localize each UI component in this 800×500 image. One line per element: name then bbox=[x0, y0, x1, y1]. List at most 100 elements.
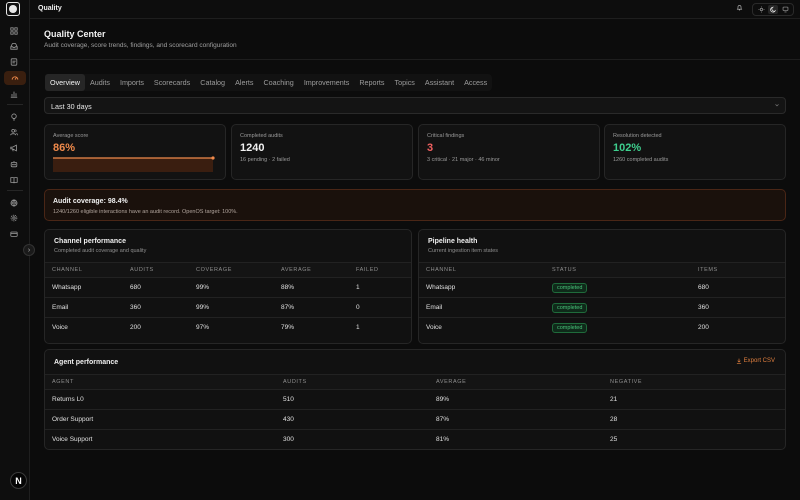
table-cell: Whatsapp bbox=[426, 284, 456, 291]
kpi-critical-findings: Critical findings 3 3 critical · 21 majo… bbox=[418, 124, 600, 180]
status-badge: completed bbox=[552, 322, 588, 333]
monitor-icon[interactable] bbox=[780, 5, 790, 14]
tab-access[interactable]: Access bbox=[459, 74, 492, 91]
tab-reports[interactable]: Reports bbox=[354, 74, 389, 91]
table-header: CHANNEL AUDITS COVERAGE AVERAGE FAILED bbox=[45, 262, 411, 277]
channel-table: CHANNEL AUDITS COVERAGE AVERAGE FAILED Whatsa… bbox=[45, 262, 411, 337]
column-header: AVERAGE bbox=[436, 379, 467, 385]
column-header: NEGATIVE bbox=[610, 379, 643, 385]
table-cell: 0 bbox=[356, 304, 360, 311]
column-header: AGENT bbox=[52, 379, 74, 385]
chart-icon[interactable] bbox=[7, 88, 21, 100]
tab-scorecards[interactable]: Scorecards bbox=[149, 74, 195, 91]
tab-imports[interactable]: Imports bbox=[115, 74, 149, 91]
column-header: CHANNEL bbox=[52, 267, 83, 273]
table-cell: Returns L0 bbox=[52, 396, 84, 403]
chevron-down-icon bbox=[775, 104, 779, 107]
kpi-subtext: 1260 completed audits bbox=[613, 157, 669, 163]
table-cell: 87% bbox=[281, 304, 295, 311]
pipeline-table: CHANNEL STATUS ITEMS Whatsapp completed 680 Em… bbox=[419, 262, 785, 337]
tab-coaching[interactable]: Coaching bbox=[258, 74, 298, 91]
column-header: FAILED bbox=[356, 267, 379, 273]
date-range-value: Last 30 days bbox=[51, 102, 92, 111]
tab-assistant[interactable]: Assistant bbox=[420, 74, 459, 91]
icon-sidebar: › N bbox=[0, 0, 35, 500]
page-header: Quality Center Audit coverage, score tre… bbox=[30, 20, 800, 60]
table-header: AGENT AUDITS AVERAGE NEGATIVE bbox=[45, 374, 785, 389]
table-cell: 97% bbox=[196, 324, 210, 331]
agent-performance-panel: Agent performance Export CSV AGENT AUDITS… bbox=[44, 349, 786, 450]
coverage-banner: Audit coverage: 98.4% 1240/1260 eligible… bbox=[44, 189, 786, 221]
tab-topics[interactable]: Topics bbox=[390, 74, 420, 91]
tab-catalog[interactable]: Catalog bbox=[195, 74, 230, 91]
sun-icon[interactable] bbox=[756, 5, 766, 14]
dashboard-icon[interactable] bbox=[7, 25, 21, 37]
bot-icon[interactable] bbox=[7, 158, 21, 170]
kpi-completed-audits: Completed audits 1240 16 pending · 2 fai… bbox=[231, 124, 413, 180]
date-range-select[interactable]: Last 30 days bbox=[44, 97, 786, 114]
kpi-label: Completed audits bbox=[240, 133, 283, 139]
column-header: AVERAGE bbox=[281, 267, 312, 273]
card-icon[interactable] bbox=[7, 228, 21, 240]
collapse-sidebar-button[interactable]: › bbox=[23, 244, 35, 256]
pipeline-health-panel: Pipeline health Current ingestion item s… bbox=[418, 229, 786, 344]
moon-icon[interactable] bbox=[768, 5, 778, 14]
table-row: Voice completed 200 bbox=[419, 317, 785, 337]
panel-title: Agent performance bbox=[54, 359, 119, 366]
table-cell: 21 bbox=[610, 396, 618, 403]
settings-icon[interactable] bbox=[7, 212, 21, 224]
table-cell: 81% bbox=[436, 436, 450, 443]
export-csv-button[interactable]: Export CSV bbox=[736, 358, 775, 364]
users-icon[interactable] bbox=[7, 126, 21, 138]
column-header: CHANNEL bbox=[426, 267, 457, 273]
tab-alerts[interactable]: Alerts bbox=[230, 74, 258, 91]
sparkline-area bbox=[53, 158, 213, 172]
megaphone-icon[interactable] bbox=[7, 142, 21, 154]
book-icon[interactable] bbox=[7, 174, 21, 186]
avatar-initial: N bbox=[15, 475, 22, 486]
column-header: COVERAGE bbox=[196, 267, 232, 273]
kpi-label: Resolution detected bbox=[613, 133, 662, 139]
table-cell: Whatsapp bbox=[52, 284, 82, 291]
table-row: Whatsapp completed 680 bbox=[419, 277, 785, 297]
kpi-value: 3 bbox=[427, 142, 434, 154]
sparkline-point bbox=[211, 156, 215, 160]
table-row: Email 360 99% 87% 0 bbox=[45, 297, 411, 317]
table-cell: 360 bbox=[698, 304, 709, 311]
table-cell: 89% bbox=[436, 396, 450, 403]
table-row: Voice 200 97% 79% 1 bbox=[45, 317, 411, 337]
table-cell: Order Support bbox=[52, 416, 94, 423]
page-subtitle: Audit coverage, score trends, findings, … bbox=[44, 42, 237, 49]
globe-icon[interactable] bbox=[7, 197, 21, 209]
table-cell: 200 bbox=[698, 324, 709, 331]
table-cell: 88% bbox=[281, 284, 295, 291]
status-badge: completed bbox=[552, 302, 588, 313]
export-label: Export CSV bbox=[743, 358, 775, 364]
inbox-icon[interactable] bbox=[7, 40, 21, 52]
app-logo[interactable] bbox=[6, 2, 20, 16]
bulb-icon[interactable] bbox=[7, 111, 21, 123]
table-cell: 79% bbox=[281, 324, 295, 331]
chevron-right-icon: › bbox=[27, 246, 31, 254]
column-header: STATUS bbox=[552, 267, 577, 273]
document-icon[interactable] bbox=[7, 56, 21, 68]
tab-improvements[interactable]: Improvements bbox=[299, 74, 355, 91]
table-cell: Email bbox=[52, 304, 69, 311]
app-title: Quality bbox=[38, 5, 62, 12]
table-row: Returns L0 510 89% 21 bbox=[45, 389, 785, 409]
quality-icon[interactable] bbox=[4, 71, 26, 85]
download-icon bbox=[736, 358, 741, 364]
bell-icon[interactable] bbox=[736, 4, 746, 14]
table-cell: 430 bbox=[283, 416, 294, 423]
table-cell: 200 bbox=[130, 324, 141, 331]
table-cell: 1 bbox=[356, 284, 360, 291]
table-cell: 300 bbox=[283, 436, 294, 443]
tab-overview[interactable]: Overview bbox=[45, 74, 85, 91]
kpi-value: 1240 bbox=[240, 142, 265, 154]
tab-audits[interactable]: Audits bbox=[85, 74, 115, 91]
table-cell: 510 bbox=[283, 396, 294, 403]
user-avatar[interactable]: N bbox=[10, 472, 27, 489]
panel-title: Pipeline health bbox=[428, 238, 478, 245]
kpi-value: 86% bbox=[53, 142, 76, 154]
status-badge: completed bbox=[552, 282, 588, 293]
